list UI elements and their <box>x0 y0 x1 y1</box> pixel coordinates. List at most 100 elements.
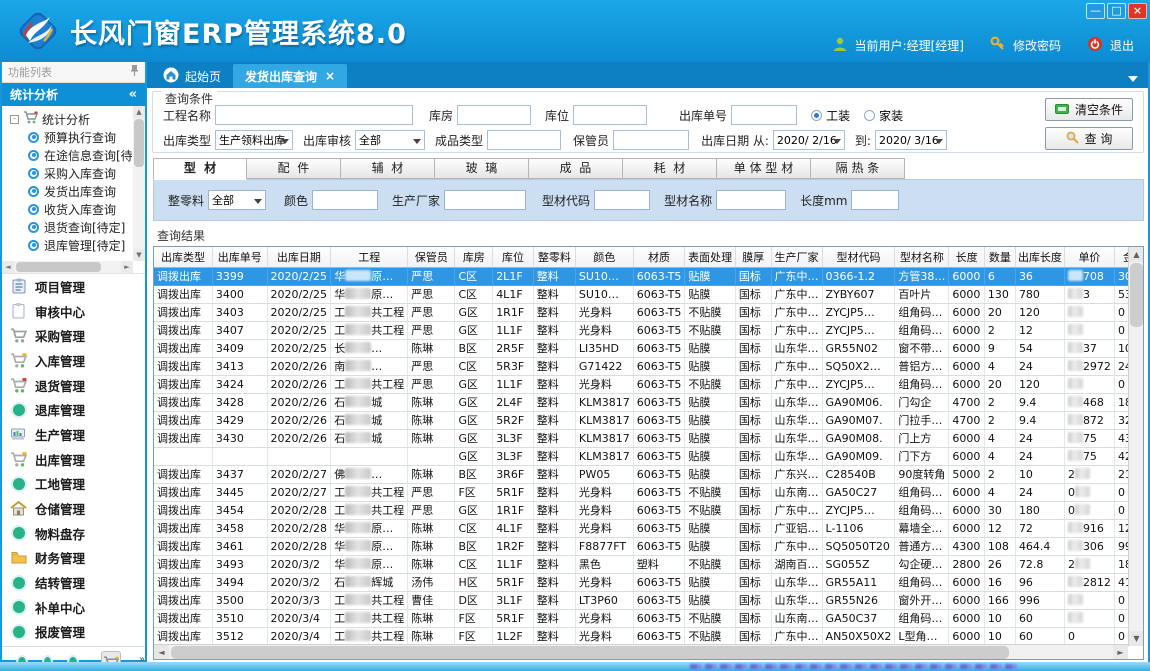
scroll-thumb[interactable] <box>16 262 101 272</box>
date-from-picker[interactable]: 2020/ 2/16 <box>773 130 845 150</box>
table-row[interactable]: 调拨出库34132020/2/26南…严思C区5R3F整料G714226063-… <box>154 357 1143 375</box>
column-header[interactable]: 保管员 <box>408 247 455 267</box>
scroll-down-icon[interactable]: ▼ <box>1129 631 1144 646</box>
sidebar-item-11[interactable]: 财务管理 <box>2 546 145 571</box>
column-header[interactable]: 出库长度 <box>1015 247 1064 267</box>
table-row[interactable]: 调拨出库34452020/2/27工共工程严思F区5R1F整料光身料6063-T… <box>154 483 1143 501</box>
material-tab-7[interactable]: 隔 热 条 <box>811 158 905 179</box>
sidebar-item-13[interactable]: 补单中心 <box>2 595 145 620</box>
column-header[interactable]: 整零料 <box>533 247 575 267</box>
tab-close-icon[interactable]: × <box>325 69 335 83</box>
column-header[interactable]: 颜色 <box>575 247 633 267</box>
table-row[interactable]: 调拨出库34612020/2/28华原…陈琳B区1R2F整料F8877FT606… <box>154 537 1143 555</box>
sidebar-item-8[interactable]: 工地管理 <box>2 472 145 497</box>
column-header[interactable]: 膜厚 <box>735 247 771 267</box>
table-row[interactable]: 调拨出库34582020/2/28华原…陈琳C区4L1F整料光身料6063-T5… <box>154 519 1143 537</box>
column-header[interactable]: 型材代码 <box>822 247 895 267</box>
table-row[interactable]: 调拨出库34542020/2/28工共工程严思G区1R1F整料光身料6063-T… <box>154 501 1143 519</box>
scroll-right-icon[interactable]: ► <box>1113 645 1128 660</box>
column-header[interactable]: 数量 <box>984 247 1015 267</box>
scroll-thumb[interactable] <box>1130 263 1143 327</box>
material-tab-2[interactable]: 辅 材 <box>341 158 435 179</box>
material-tab-6[interactable]: 单 体 型 材 <box>717 158 811 179</box>
maximize-button[interactable]: □ <box>1107 3 1126 19</box>
out-type-select[interactable]: 生产领料出库 <box>215 130 293 150</box>
scroll-left-icon[interactable]: ◄ <box>2 261 14 273</box>
table-row[interactable]: 调拨出库34072020/2/25工共工程严思G区1L1F整料光身料6063-T… <box>154 321 1143 339</box>
tree-item-5[interactable]: 退货查询[待定] <box>2 218 145 236</box>
column-header[interactable]: 工程 <box>331 247 408 267</box>
column-header[interactable]: 库房 <box>455 247 493 267</box>
table-row[interactable]: 调拨出库34282020/2/26石城陈琳G区2L4F整料KLM38176063… <box>154 393 1143 411</box>
scroll-down-icon[interactable]: ▼ <box>133 249 145 261</box>
table-row[interactable]: 调拨出库33992020/2/25华原…严思C区2L1F整料SU10…6063-… <box>154 267 1143 285</box>
clear-conditions-button[interactable]: 清空条件 <box>1045 98 1133 121</box>
table-row[interactable]: 调拨出库34292020/2/26石城陈琳G区5R2F整料KLM38176063… <box>154 411 1143 429</box>
column-header[interactable]: 出库类型 <box>154 247 212 267</box>
sidebar-item-10[interactable]: 物料盘存 <box>2 521 145 546</box>
tree-expander-icon[interactable]: - <box>10 115 19 124</box>
material-tab-0[interactable]: 型 材 <box>153 158 247 180</box>
table-row[interactable]: 调拨出库34932020/3/2华原…陈琳C区1L1F整料黑色塑料不贴膜国标湖南… <box>154 555 1143 573</box>
location-input[interactable] <box>573 105 647 125</box>
sidebar-item-9[interactable]: 仓储管理 <box>2 496 145 521</box>
column-header[interactable]: 单价 <box>1064 247 1114 267</box>
radio-jiazhuang[interactable]: 家装 <box>864 107 903 124</box>
table-row[interactable]: 调拨出库35102020/3/4工共工程陈琳F区5R1F整料光身料6063-T5… <box>154 609 1143 627</box>
scroll-up-icon[interactable]: ▲ <box>1129 247 1144 262</box>
table-row[interactable]: 调拨出库34032020/2/25工共工程严思G区1R1F整料光身料6063-T… <box>154 303 1143 321</box>
column-header[interactable]: 库位 <box>493 247 534 267</box>
tree-root-statistics[interactable]: - 统计分析 <box>2 110 145 128</box>
tree-item-1[interactable]: 在途信息查询[待 <box>2 146 145 164</box>
pin-icon[interactable] <box>130 65 139 79</box>
search-button[interactable]: 查 询 <box>1045 127 1133 150</box>
sidebar-item-0[interactable]: 项目管理 <box>2 274 145 299</box>
warehouse-input[interactable] <box>457 105 531 125</box>
tab-home[interactable]: 起始页 <box>151 64 233 88</box>
date-to-picker[interactable]: 2020/ 3/16 <box>875 130 947 150</box>
table-row[interactable]: 调拨出库35122020/3/4工共工程陈琳F区1L2F整料光身料6063-T5… <box>154 627 1143 645</box>
profile-name-input[interactable] <box>716 190 786 210</box>
column-header[interactable]: 生产厂家 <box>771 247 822 267</box>
collapse-icon[interactable]: « <box>129 87 137 102</box>
sidebar-item-1[interactable]: 审核中心 <box>2 299 145 324</box>
whole-part-select[interactable]: 全部 <box>208 190 266 210</box>
keeper-input[interactable] <box>613 130 689 150</box>
change-password-link[interactable]: 修改密码 <box>1013 37 1061 54</box>
project-name-input[interactable] <box>215 105 413 125</box>
table-row[interactable]: 调拨出库34372020/2/27佛…陈琳B区3R6F整料PW056063-T5… <box>154 465 1143 483</box>
table-horizontal-scrollbar[interactable]: ◄ ► <box>154 644 1128 659</box>
table-vertical-scrollbar[interactable]: ▲ ▼ <box>1128 247 1143 646</box>
color-input[interactable] <box>312 190 378 210</box>
sidebar-item-7[interactable]: 出库管理 <box>2 447 145 472</box>
radio-gongzhuang[interactable]: 工装 <box>811 107 850 124</box>
table-row[interactable]: 调拨出库35002020/3/3工共工程曹佳D区3L1F整料LT3P606063… <box>154 591 1143 609</box>
material-tab-3[interactable]: 玻 璃 <box>435 158 529 179</box>
column-header[interactable]: 出库单号 <box>212 247 267 267</box>
scroll-right-icon[interactable]: ► <box>121 261 133 273</box>
column-header[interactable]: 表面处理 <box>685 247 736 267</box>
sidebar-item-2[interactable]: 采购管理 <box>2 323 145 348</box>
material-tab-5[interactable]: 耗 材 <box>623 158 717 179</box>
column-header[interactable]: 型材名称 <box>895 247 949 267</box>
table-row[interactable]: 调拨出库34002020/2/25华原…严思C区4L1F整料SU10…6063-… <box>154 285 1143 303</box>
table-row[interactable]: G区3L3F整料KLM38176063-T5贴膜国标山东华…GA90M09.门下… <box>154 447 1143 465</box>
material-tab-4[interactable]: 成 品 <box>529 158 623 179</box>
length-mm-input[interactable] <box>851 190 899 210</box>
tree-item-4[interactable]: 收货入库查询 <box>2 200 145 218</box>
scroll-thumb[interactable] <box>171 646 1009 659</box>
sidebar-item-6[interactable]: 生产管理 <box>2 422 145 447</box>
sidebar-item-4[interactable]: 退货管理 <box>2 373 145 398</box>
minimize-button[interactable]: — <box>1086 3 1105 19</box>
scroll-up-icon[interactable]: ▲ <box>133 106 145 118</box>
scroll-left-icon[interactable]: ◄ <box>154 645 169 660</box>
out-audit-select[interactable]: 全部 <box>355 130 425 150</box>
column-header[interactable]: 材质 <box>633 247 685 267</box>
profile-code-input[interactable] <box>594 190 650 210</box>
column-header[interactable]: 出库日期 <box>267 247 331 267</box>
tab-shipping-outbound-query[interactable]: 发货出库查询 × <box>233 64 347 88</box>
tree-item-0[interactable]: 预算执行查询 <box>2 128 145 146</box>
tree-horizontal-scrollbar[interactable]: ◄ ► <box>2 261 133 273</box>
table-row[interactable]: 调拨出库34302020/2/26石城陈琳G区3L3F整料KLM38176063… <box>154 429 1143 447</box>
tree-item-3[interactable]: 发货出库查询 <box>2 182 145 200</box>
